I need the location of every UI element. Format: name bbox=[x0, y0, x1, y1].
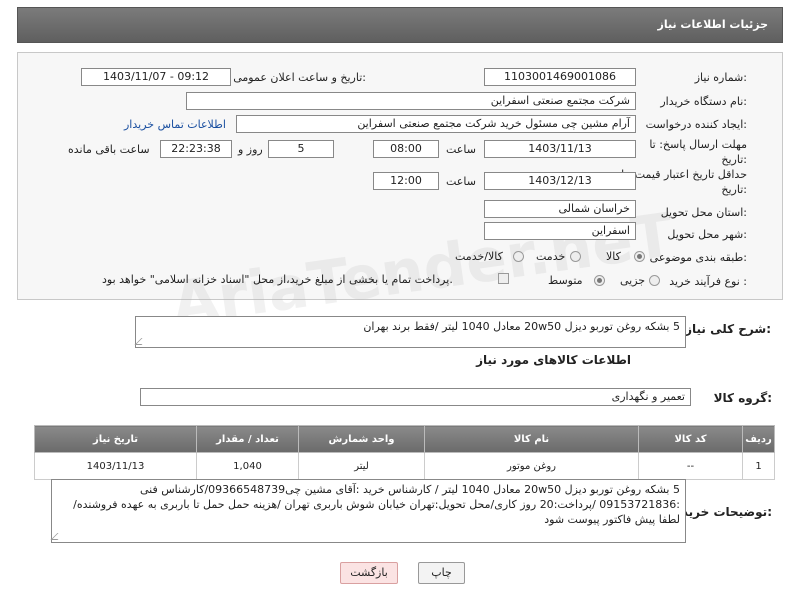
process-label: نوع فرآیند خرید : bbox=[669, 275, 747, 288]
cell-unit: لیتر bbox=[298, 452, 425, 480]
cell-code: -- bbox=[638, 452, 743, 480]
table-header-row: ردیف کد کالا نام کالا واحد شمارش تعداد /… bbox=[34, 425, 775, 453]
announce-field: 1403/11/07 - 09:12 bbox=[81, 68, 231, 86]
category-goods-service-radio[interactable] bbox=[513, 251, 524, 262]
print-button[interactable]: چاپ bbox=[418, 562, 465, 584]
remaining-time-field: 22:23:38 bbox=[160, 140, 232, 158]
category-goods-radio[interactable] bbox=[634, 251, 645, 262]
deadline-time-label: ساعت bbox=[446, 143, 476, 156]
resize-grip-icon[interactable] bbox=[50, 533, 65, 540]
deadline-date-field: 1403/11/13 bbox=[484, 140, 636, 158]
cell-qty: 1,040 bbox=[196, 452, 299, 480]
goods-table: ردیف کد کالا نام کالا واحد شمارش تعداد /… bbox=[34, 425, 775, 480]
validity-time-field: 12:00 bbox=[373, 172, 439, 190]
city-label: شهر محل تحویل: bbox=[667, 228, 747, 241]
goods-group-label: گروه کالا: bbox=[713, 391, 772, 405]
requester-label: ایجاد کننده درخواست: bbox=[645, 118, 747, 131]
table-row: 1 -- روغن موتور لیتر 1,040 1403/11/13 bbox=[34, 452, 775, 480]
city-field: اسفراین bbox=[484, 222, 636, 240]
buyer-org-label: نام دستگاه خریدار: bbox=[660, 95, 747, 108]
category-service-label: خدمت bbox=[536, 250, 566, 263]
process-partial-radio[interactable] bbox=[649, 275, 660, 286]
cell-row: 1 bbox=[742, 452, 775, 480]
buyer-notes-text: 5 بشکه روغن توربو دیزل 20w50 معادل 1040 … bbox=[73, 483, 680, 526]
goods-info-title: اطلاعات کالاهای مورد نیاز bbox=[476, 353, 631, 367]
page-title: جزئیات اطلاعات نیاز bbox=[657, 18, 769, 31]
col-code-header: کد کالا bbox=[638, 425, 743, 453]
treasury-checkbox[interactable] bbox=[498, 273, 509, 284]
validity-time-label: ساعت bbox=[446, 175, 476, 188]
category-goods-service-label: کالا/خدمت bbox=[455, 250, 503, 263]
buyer-org-field: شرکت مجتمع صنعتی اسفراین bbox=[186, 92, 636, 110]
buyer-contact-link[interactable]: اطلاعات تماس خریدار bbox=[124, 118, 226, 131]
deadline-time-field: 08:00 bbox=[373, 140, 439, 158]
resize-grip-icon[interactable] bbox=[134, 338, 149, 345]
process-medium-label: متوسط bbox=[548, 274, 583, 287]
validity-date-field: 1403/12/13 bbox=[484, 172, 636, 190]
category-service-radio[interactable] bbox=[570, 251, 581, 262]
col-date-header: تاریخ نیاز bbox=[34, 425, 197, 453]
treasury-note: پرداخت تمام یا بخشی از مبلغ خرید،از محل … bbox=[102, 273, 453, 286]
cell-name: روغن موتور bbox=[424, 452, 639, 480]
col-name-header: نام کالا bbox=[424, 425, 639, 453]
province-label: استان محل تحویل: bbox=[660, 206, 747, 219]
category-label: طبقه بندی موضوعی: bbox=[649, 251, 747, 264]
buyer-notes-textarea: 5 بشکه روغن توربو دیزل 20w50 معادل 1040 … bbox=[50, 479, 686, 543]
process-medium-radio[interactable] bbox=[594, 275, 605, 286]
province-field: خراسان شمالی bbox=[484, 200, 636, 218]
announce-label: تاریخ و ساعت اعلان عمومی: bbox=[233, 71, 366, 84]
process-partial-label: جزیی bbox=[620, 274, 646, 287]
days-field: 5 bbox=[268, 140, 334, 158]
cell-date: 1403/11/13 bbox=[34, 452, 197, 480]
summary-text: 5 بشکه روغن توربو دیزل 20w50 معادل 1040 … bbox=[363, 320, 680, 333]
category-goods-label: کالا bbox=[606, 250, 621, 263]
summary-textarea: 5 بشکه روغن توربو دیزل 20w50 معادل 1040 … bbox=[134, 316, 686, 348]
page-header: جزئیات اطلاعات نیاز bbox=[17, 7, 783, 43]
need-number-label: شماره نیاز: bbox=[694, 71, 747, 84]
days-label: روز و bbox=[238, 143, 263, 156]
col-row-header: ردیف bbox=[742, 425, 775, 453]
remaining-time-label: ساعت باقی مانده bbox=[68, 143, 150, 156]
back-button[interactable]: بازگشت bbox=[340, 562, 398, 584]
deadline-label: مهلت ارسال پاسخ: تا تاریخ: bbox=[649, 138, 747, 166]
col-unit-header: واحد شمارش bbox=[298, 425, 425, 453]
col-qty-header: تعداد / مقدار bbox=[196, 425, 299, 453]
need-number-field: 1103001469001086 bbox=[484, 68, 636, 86]
goods-group-field: تعمیر و نگهداری bbox=[140, 388, 691, 406]
summary-label: شرح کلی نیاز: bbox=[685, 322, 771, 336]
requester-field: آرام مشین چی مسئول خرید شرکت مجتمع صنعتی… bbox=[236, 115, 636, 133]
